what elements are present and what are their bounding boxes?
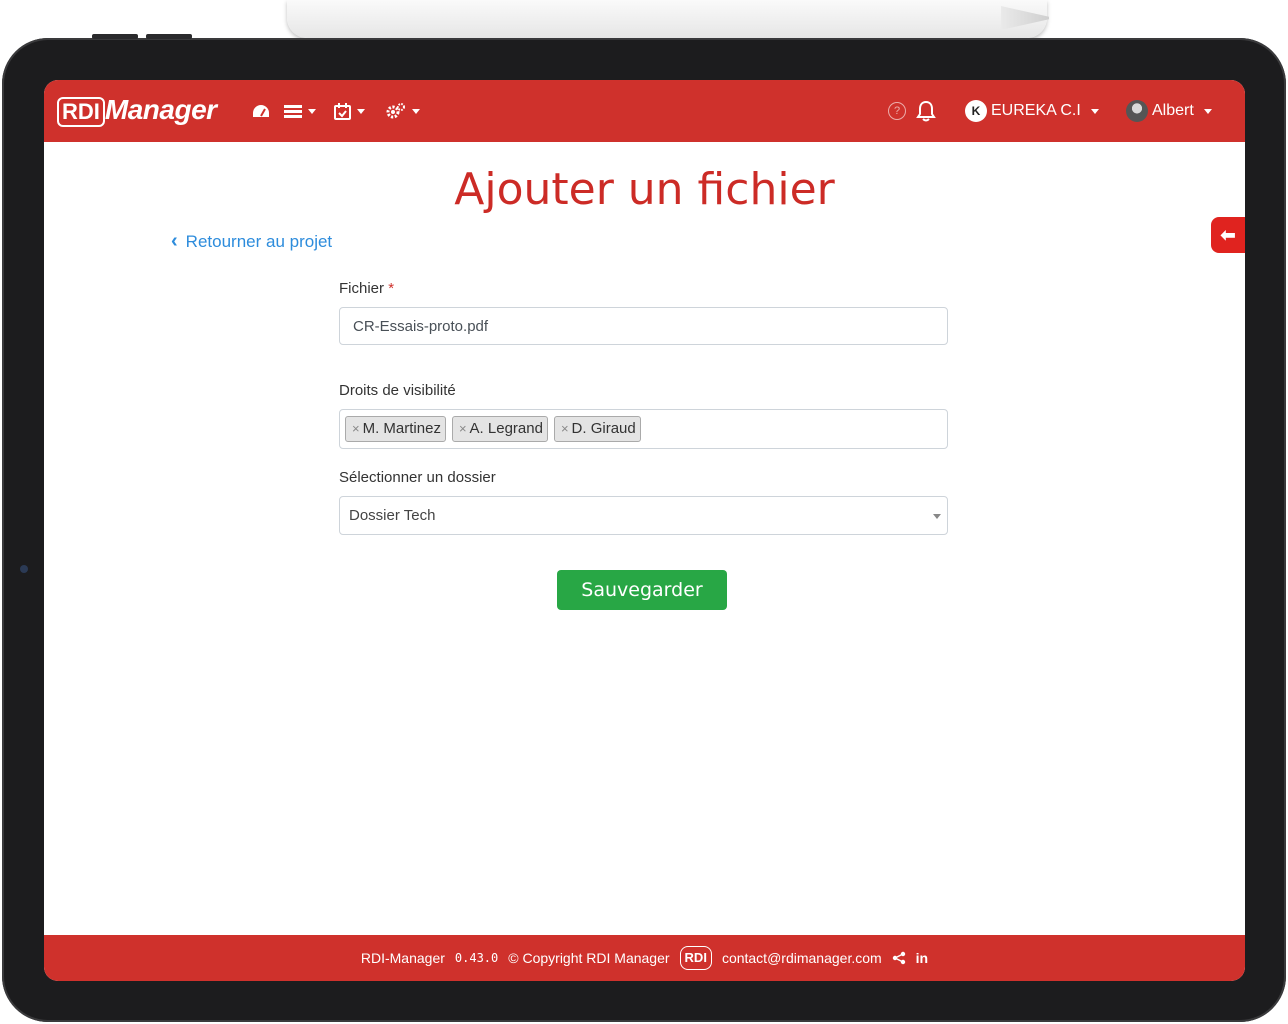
app-screen: RDI Manager ? K EUREKA C.I Albert Ajoute… (44, 80, 1245, 981)
footer-app-name: RDI-Manager (360, 950, 445, 966)
chevron-down-icon (308, 108, 316, 114)
brand-rdi: RDI (57, 97, 105, 127)
chevron-down-icon (1203, 108, 1212, 114)
chevron-left-icon: ‹ (171, 230, 178, 252)
visibility-multiselect[interactable]: × M. Martinez × A. Legrand × D. Giraud (339, 409, 948, 449)
avatar (1126, 100, 1148, 122)
help-icon: ? (888, 102, 906, 120)
organization-menu[interactable]: K EUREKA C.I (965, 98, 1099, 124)
settings-menu[interactable] (386, 101, 420, 121)
page-title: Ajouter un fichier (454, 164, 835, 215)
calendar-menu[interactable] (334, 101, 365, 121)
visibility-tag: × D. Giraud (553, 416, 641, 442)
settings-icon (386, 103, 405, 119)
tag-label: M. Martinez (362, 420, 441, 437)
remove-tag-icon[interactable]: × (561, 417, 569, 441)
required-mark: * (388, 280, 395, 297)
footer-copyright: © Copyright RDI Manager (508, 950, 670, 966)
organization-logo-icon: K (965, 100, 987, 122)
file-input[interactable]: CR-Essais-proto.pdf (339, 307, 948, 345)
dashboard-icon (253, 105, 269, 117)
remove-tag-icon[interactable]: × (352, 417, 360, 441)
bell-icon (916, 100, 936, 122)
apple-pencil (287, 0, 1047, 38)
add-file-form: Fichier * CR-Essais-proto.pdf Droits de … (339, 280, 948, 535)
visibility-label: Droits de visibilité (339, 382, 456, 399)
calendar-icon (334, 102, 351, 120)
back-to-project-link[interactable]: ‹ Retourner au projet (171, 230, 332, 253)
dropdown-arrow-icon (933, 514, 941, 519)
side-panel-toggle[interactable]: ⬅ (1211, 217, 1245, 253)
navbar: RDI Manager ? K EUREKA C.I Albert (44, 80, 1245, 142)
brand-logo[interactable]: RDI Manager (57, 94, 217, 130)
chevron-down-icon (412, 108, 420, 114)
back-link-label: Retourner au projet (185, 231, 333, 251)
notifications-button[interactable] (916, 98, 936, 124)
remove-tag-icon[interactable]: × (459, 417, 467, 441)
folder-label: Sélectionner un dossier (339, 469, 496, 486)
folder-select[interactable]: Dossier Tech (339, 496, 948, 535)
tag-label: A. Legrand (469, 420, 543, 437)
camera (20, 565, 28, 573)
footer-logo: RDI (679, 946, 712, 970)
footer-version: 0.43.0 (454, 951, 499, 965)
visibility-tag: × A. Legrand (451, 416, 548, 442)
projects-menu[interactable] (284, 101, 316, 121)
arrow-left-icon: ⬅ (1220, 225, 1236, 245)
dashboard-menu[interactable] (252, 101, 270, 121)
share-icon[interactable] (892, 951, 906, 965)
volume-button (146, 34, 192, 39)
help-button[interactable]: ? (888, 98, 906, 124)
brand-manager: Manager (104, 94, 217, 125)
file-label-text: Fichier (339, 280, 385, 297)
user-name: Albert (1152, 102, 1194, 119)
organization-name: EUREKA C.I (991, 102, 1081, 119)
projects-icon (284, 105, 302, 118)
save-button[interactable]: Sauvegarder (557, 570, 727, 610)
chevron-down-icon (357, 108, 365, 114)
volume-button (92, 34, 138, 39)
user-menu[interactable]: Albert (1126, 98, 1212, 124)
linkedin-icon[interactable]: in (916, 950, 928, 966)
footer: RDI-Manager 0.43.0 © Copyright RDI Manag… (44, 935, 1245, 981)
folder-select-value: Dossier Tech (349, 507, 436, 524)
chevron-down-icon (1090, 108, 1099, 114)
tag-label: D. Giraud (571, 420, 636, 437)
visibility-tag: × M. Martinez (345, 416, 446, 442)
footer-email-link[interactable]: contact@rdimanager.com (722, 950, 882, 966)
file-label: Fichier * (339, 280, 948, 297)
